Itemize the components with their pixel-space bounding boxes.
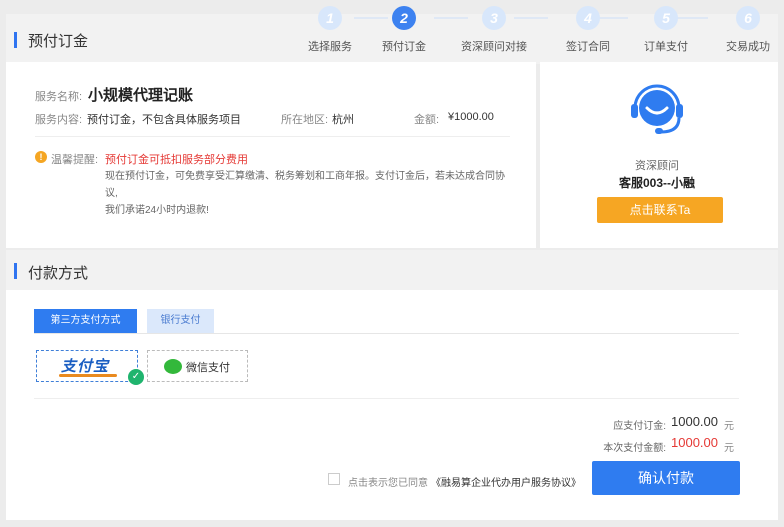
- section-accent-bar: [14, 32, 17, 48]
- wechat-pay-label: 微信支付: [186, 362, 230, 374]
- tabs-divider: [34, 333, 739, 334]
- step-label: 预付订金: [382, 41, 426, 53]
- warning-headline: 预付订金可抵扣服务部分费用: [105, 154, 248, 166]
- customer-service-headset-icon: [631, 84, 683, 134]
- current-payment-value: 1000.00: [671, 435, 718, 450]
- payment-section-title: 付款方式: [28, 265, 89, 282]
- step-label: 选择服务: [308, 41, 352, 53]
- consultant-name: 客服003--小融: [618, 176, 695, 190]
- deposit-due-value: 1000.00: [671, 414, 718, 429]
- agreement-link[interactable]: 《融易算企业代办用户服务协议》: [431, 474, 581, 489]
- alipay-option[interactable]: 支付宝: [36, 350, 138, 382]
- step-label: 订单支付: [644, 41, 688, 53]
- service-name-value: 小规模代理记账: [88, 87, 194, 104]
- step-number: 3: [482, 6, 506, 30]
- progress-steps: 1 选择服务 2 预付订金 3 资深顾问对接 4 签订合同 5 订单支付 6 交…: [290, 6, 780, 53]
- wechat-icon: [164, 359, 182, 374]
- tab-bank-payment[interactable]: 银行支付: [147, 309, 214, 333]
- wechat-pay-option[interactable]: 微信支付: [147, 350, 248, 382]
- step-label: 签订合同: [566, 41, 610, 53]
- amount-value: ¥1000.00: [448, 111, 494, 123]
- divider: [34, 398, 739, 399]
- service-content-value: 预付订金，不包含具体服务项目: [87, 114, 241, 126]
- check-icon: ✓: [128, 369, 144, 385]
- agreement-checkbox[interactable]: [328, 473, 340, 485]
- order-section-title: 预付订金: [28, 33, 89, 50]
- deposit-due-unit: 元: [724, 421, 734, 432]
- region-value: 杭州: [332, 114, 354, 126]
- confirm-payment-button[interactable]: 确认付款: [592, 461, 740, 495]
- step-number: 4: [576, 6, 600, 30]
- alipay-logo-swoosh: [59, 374, 117, 377]
- warning-line-2: 我们承诺24小时内退款!: [105, 205, 209, 216]
- service-content-label: 服务内容:: [35, 114, 83, 126]
- tab-third-party-payment[interactable]: 第三方支付方式: [34, 309, 137, 333]
- step-number: 5: [654, 6, 678, 30]
- contact-consultant-button[interactable]: 点击联系Ta: [597, 197, 723, 223]
- alipay-logo: 支付宝: [61, 358, 110, 375]
- divider: [35, 136, 510, 137]
- step-number: 2: [392, 6, 416, 30]
- step-label: 资深顾问对接: [461, 41, 527, 53]
- region-label: 所在地区:: [281, 114, 329, 126]
- warning-label: 温馨提醒:: [51, 154, 99, 166]
- current-payment-unit: 元: [724, 443, 734, 454]
- section-accent-bar: [14, 263, 17, 279]
- step-label: 交易成功: [726, 41, 770, 53]
- step-number: 1: [318, 6, 342, 30]
- current-payment-label: 本次支付金额:: [603, 443, 666, 454]
- agreement-prefix: 点击表示您已同意: [348, 478, 428, 489]
- step-number: 6: [736, 6, 760, 30]
- warning-text: 现在预付订金，可免费享受汇算缴清、税务筹划和工商年报。支付订金后，若未达成合同协…: [105, 168, 505, 219]
- payment-section-header: 付款方式: [6, 250, 778, 290]
- exclamation-icon: !: [35, 151, 47, 163]
- amount-label: 金额:: [414, 114, 440, 126]
- service-name-label: 服务名称:: [35, 91, 83, 103]
- warning-line-1: 现在预付订金，可免费享受汇算缴清、税务筹划和工商年报。支付订金后，若未达成合同协…: [105, 171, 505, 199]
- deposit-due-label: 应支付订金:: [613, 421, 666, 432]
- consultant-role: 资深顾问: [635, 160, 679, 172]
